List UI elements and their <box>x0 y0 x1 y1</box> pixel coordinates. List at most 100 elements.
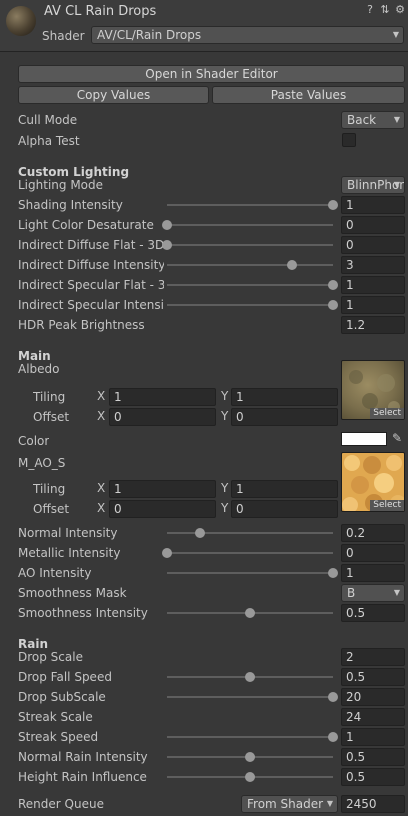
height-rain-influence-field[interactable]: 0.5 <box>341 768 405 786</box>
eyedropper-icon[interactable]: ✎ <box>390 431 404 447</box>
indirect-diffuse-intensity-label: Indirect Diffuse Intensity <box>18 258 164 272</box>
albedo-tiling-x-label: X <box>97 389 106 403</box>
ao-intensity-slider-track[interactable] <box>167 572 333 574</box>
drop-scale-label: Drop Scale <box>18 650 83 664</box>
shading-intensity-slider-track[interactable] <box>167 204 333 206</box>
height-rain-influence-slider-handle[interactable] <box>245 772 255 782</box>
render-queue-dropdown[interactable]: From Shader ▼ <box>241 795 338 813</box>
settings-icon[interactable]: ⚙ <box>394 4 406 16</box>
metallic-intensity-slider-handle[interactable] <box>162 548 172 558</box>
help-icon[interactable]: ? <box>364 4 376 16</box>
indirect-specular-intensity-field[interactable]: 1 <box>341 296 405 314</box>
hdr-peak-brightness-field[interactable]: 1.2 <box>341 316 405 334</box>
albedo-tiling-y-label: Y <box>221 389 229 403</box>
paste-values-button[interactable]: Paste Values <box>212 86 405 104</box>
drop-subscale-slider-handle[interactable] <box>328 692 338 702</box>
streak-speed-slider-handle[interactable] <box>328 732 338 742</box>
albedo-offset-label: Offset <box>33 410 70 424</box>
ao-intensity-field[interactable]: 1 <box>341 564 405 582</box>
render-queue-mode: From Shader <box>247 797 324 811</box>
indirect-specular-intensity-slider-handle[interactable] <box>328 300 338 310</box>
color-swatch[interactable] <box>341 432 387 446</box>
m-ao-s-select-button[interactable]: Select <box>370 500 404 511</box>
shader-value: AV/CL/Rain Drops <box>97 28 202 42</box>
indirect-specular-intensity-slider-track[interactable] <box>167 304 333 306</box>
normal-intensity-slider-handle[interactable] <box>195 528 206 538</box>
light-color-desaturate-label: Light Color Desaturate <box>18 218 154 232</box>
streak-speed-field[interactable]: 1 <box>341 728 405 746</box>
copy-values-button[interactable]: Copy Values <box>18 86 209 104</box>
indirect-diffuse-flat-3d-slider-handle[interactable] <box>162 240 172 250</box>
normal-rain-intensity-field[interactable]: 0.5 <box>341 748 405 766</box>
indirect-diffuse-intensity-slider-handle[interactable] <box>286 260 297 270</box>
drop-subscale-field[interactable]: 20 <box>341 688 405 706</box>
drop-fall-speed-label: Drop Fall Speed <box>18 670 112 684</box>
drop-subscale-label: Drop SubScale <box>18 690 106 704</box>
albedo-offset-x-field[interactable]: 0 <box>109 408 216 426</box>
m-ao-s-offset-y-label: Y <box>221 501 229 515</box>
smoothness-intensity-slider-handle[interactable] <box>245 608 255 618</box>
drop-subscale-slider-track[interactable] <box>167 696 333 698</box>
render-queue-label: Render Queue <box>18 797 104 811</box>
smoothness-mask-value: B <box>347 586 356 600</box>
streak-scale-field[interactable]: 24 <box>341 708 405 726</box>
indirect-diffuse-flat-3d-label: Indirect Diffuse Flat - 3D <box>18 238 164 252</box>
chevron-down-icon: ▼ <box>326 799 333 808</box>
light-color-desaturate-slider-handle[interactable] <box>162 220 172 230</box>
shader-dropdown[interactable]: AV/CL/Rain Drops ▼ <box>91 26 404 44</box>
m-ao-s-texture-slot[interactable]: Select <box>341 452 405 512</box>
metallic-intensity-field[interactable]: 0 <box>341 544 405 562</box>
m-ao-s-tiling-y-field[interactable]: 1 <box>231 480 338 498</box>
m-ao-s-offset-y-field[interactable]: 0 <box>231 500 338 518</box>
shader-label: Shader <box>42 29 85 43</box>
m-ao-s-offset-x-label: X <box>97 501 106 515</box>
indirect-diffuse-flat-3d-slider-track[interactable] <box>167 244 333 246</box>
alpha-test-checkbox[interactable] <box>342 133 356 147</box>
indirect-diffuse-intensity-field[interactable]: 3 <box>341 256 405 274</box>
normal-intensity-label: Normal Intensity <box>18 526 118 540</box>
shading-intensity-slider-handle[interactable] <box>328 200 338 210</box>
drop-fall-speed-field[interactable]: 0.5 <box>341 668 405 686</box>
m-ao-s-label: M_AO_S <box>18 456 66 470</box>
metallic-intensity-slider-track[interactable] <box>167 552 333 554</box>
ao-intensity-slider-handle[interactable] <box>328 568 338 578</box>
light-color-desaturate-field[interactable]: 0 <box>341 216 405 234</box>
lighting-mode-dropdown[interactable]: BlinnPhong ▼ <box>341 176 405 194</box>
m-ao-s-offset-label: Offset <box>33 502 70 516</box>
cull-mode-dropdown[interactable]: Back ▼ <box>341 111 405 129</box>
normal-intensity-slider-track[interactable] <box>167 532 333 534</box>
chevron-down-icon: ▼ <box>393 588 400 597</box>
albedo-texture-slot[interactable]: Select <box>341 360 405 420</box>
albedo-select-button[interactable]: Select <box>370 408 404 419</box>
smoothness-mask-label: Smoothness Mask <box>18 586 127 600</box>
light-color-desaturate-slider-track[interactable] <box>167 224 333 226</box>
indirect-diffuse-flat-3d-field[interactable]: 0 <box>341 236 405 254</box>
drop-scale-field[interactable]: 2 <box>341 648 405 666</box>
drop-fall-speed-slider-handle[interactable] <box>245 672 255 682</box>
m-ao-s-tiling-label: Tiling <box>33 482 66 496</box>
height-rain-influence-label: Height Rain Influence <box>18 770 147 784</box>
indirect-specular-flat-3d-label: Indirect Specular Flat - 3D <box>18 278 164 292</box>
open-shader-editor-button[interactable]: Open in Shader Editor <box>18 65 405 83</box>
normal-intensity-field[interactable]: 0.2 <box>341 524 405 542</box>
smoothness-mask-dropdown[interactable]: B ▼ <box>341 584 405 602</box>
indirect-specular-flat-3d-field[interactable]: 1 <box>341 276 405 294</box>
m-ao-s-offset-x-field[interactable]: 0 <box>109 500 216 518</box>
material-title: AV CL Rain Drops <box>44 4 157 19</box>
albedo-offset-y-field[interactable]: 0 <box>231 408 338 426</box>
indirect-specular-flat-3d-slider-handle[interactable] <box>328 280 338 290</box>
albedo-tiling-x-field[interactable]: 1 <box>109 388 216 406</box>
m-ao-s-tiling-y-label: Y <box>221 481 229 495</box>
shading-intensity-field[interactable]: 1 <box>341 196 405 214</box>
alpha-test-label: Alpha Test <box>18 134 80 148</box>
render-queue-field[interactable]: 2450 <box>341 795 405 813</box>
preset-icon[interactable]: ⇅ <box>379 4 391 16</box>
normal-rain-intensity-slider-handle[interactable] <box>245 752 255 762</box>
indirect-diffuse-intensity-slider-track[interactable] <box>167 264 333 266</box>
m-ao-s-tiling-x-field[interactable]: 1 <box>109 480 216 498</box>
material-preview-icon <box>6 6 36 36</box>
streak-speed-slider-track[interactable] <box>167 736 333 738</box>
indirect-specular-flat-3d-slider-track[interactable] <box>167 284 333 286</box>
smoothness-intensity-field[interactable]: 0.5 <box>341 604 405 622</box>
albedo-tiling-y-field[interactable]: 1 <box>231 388 338 406</box>
